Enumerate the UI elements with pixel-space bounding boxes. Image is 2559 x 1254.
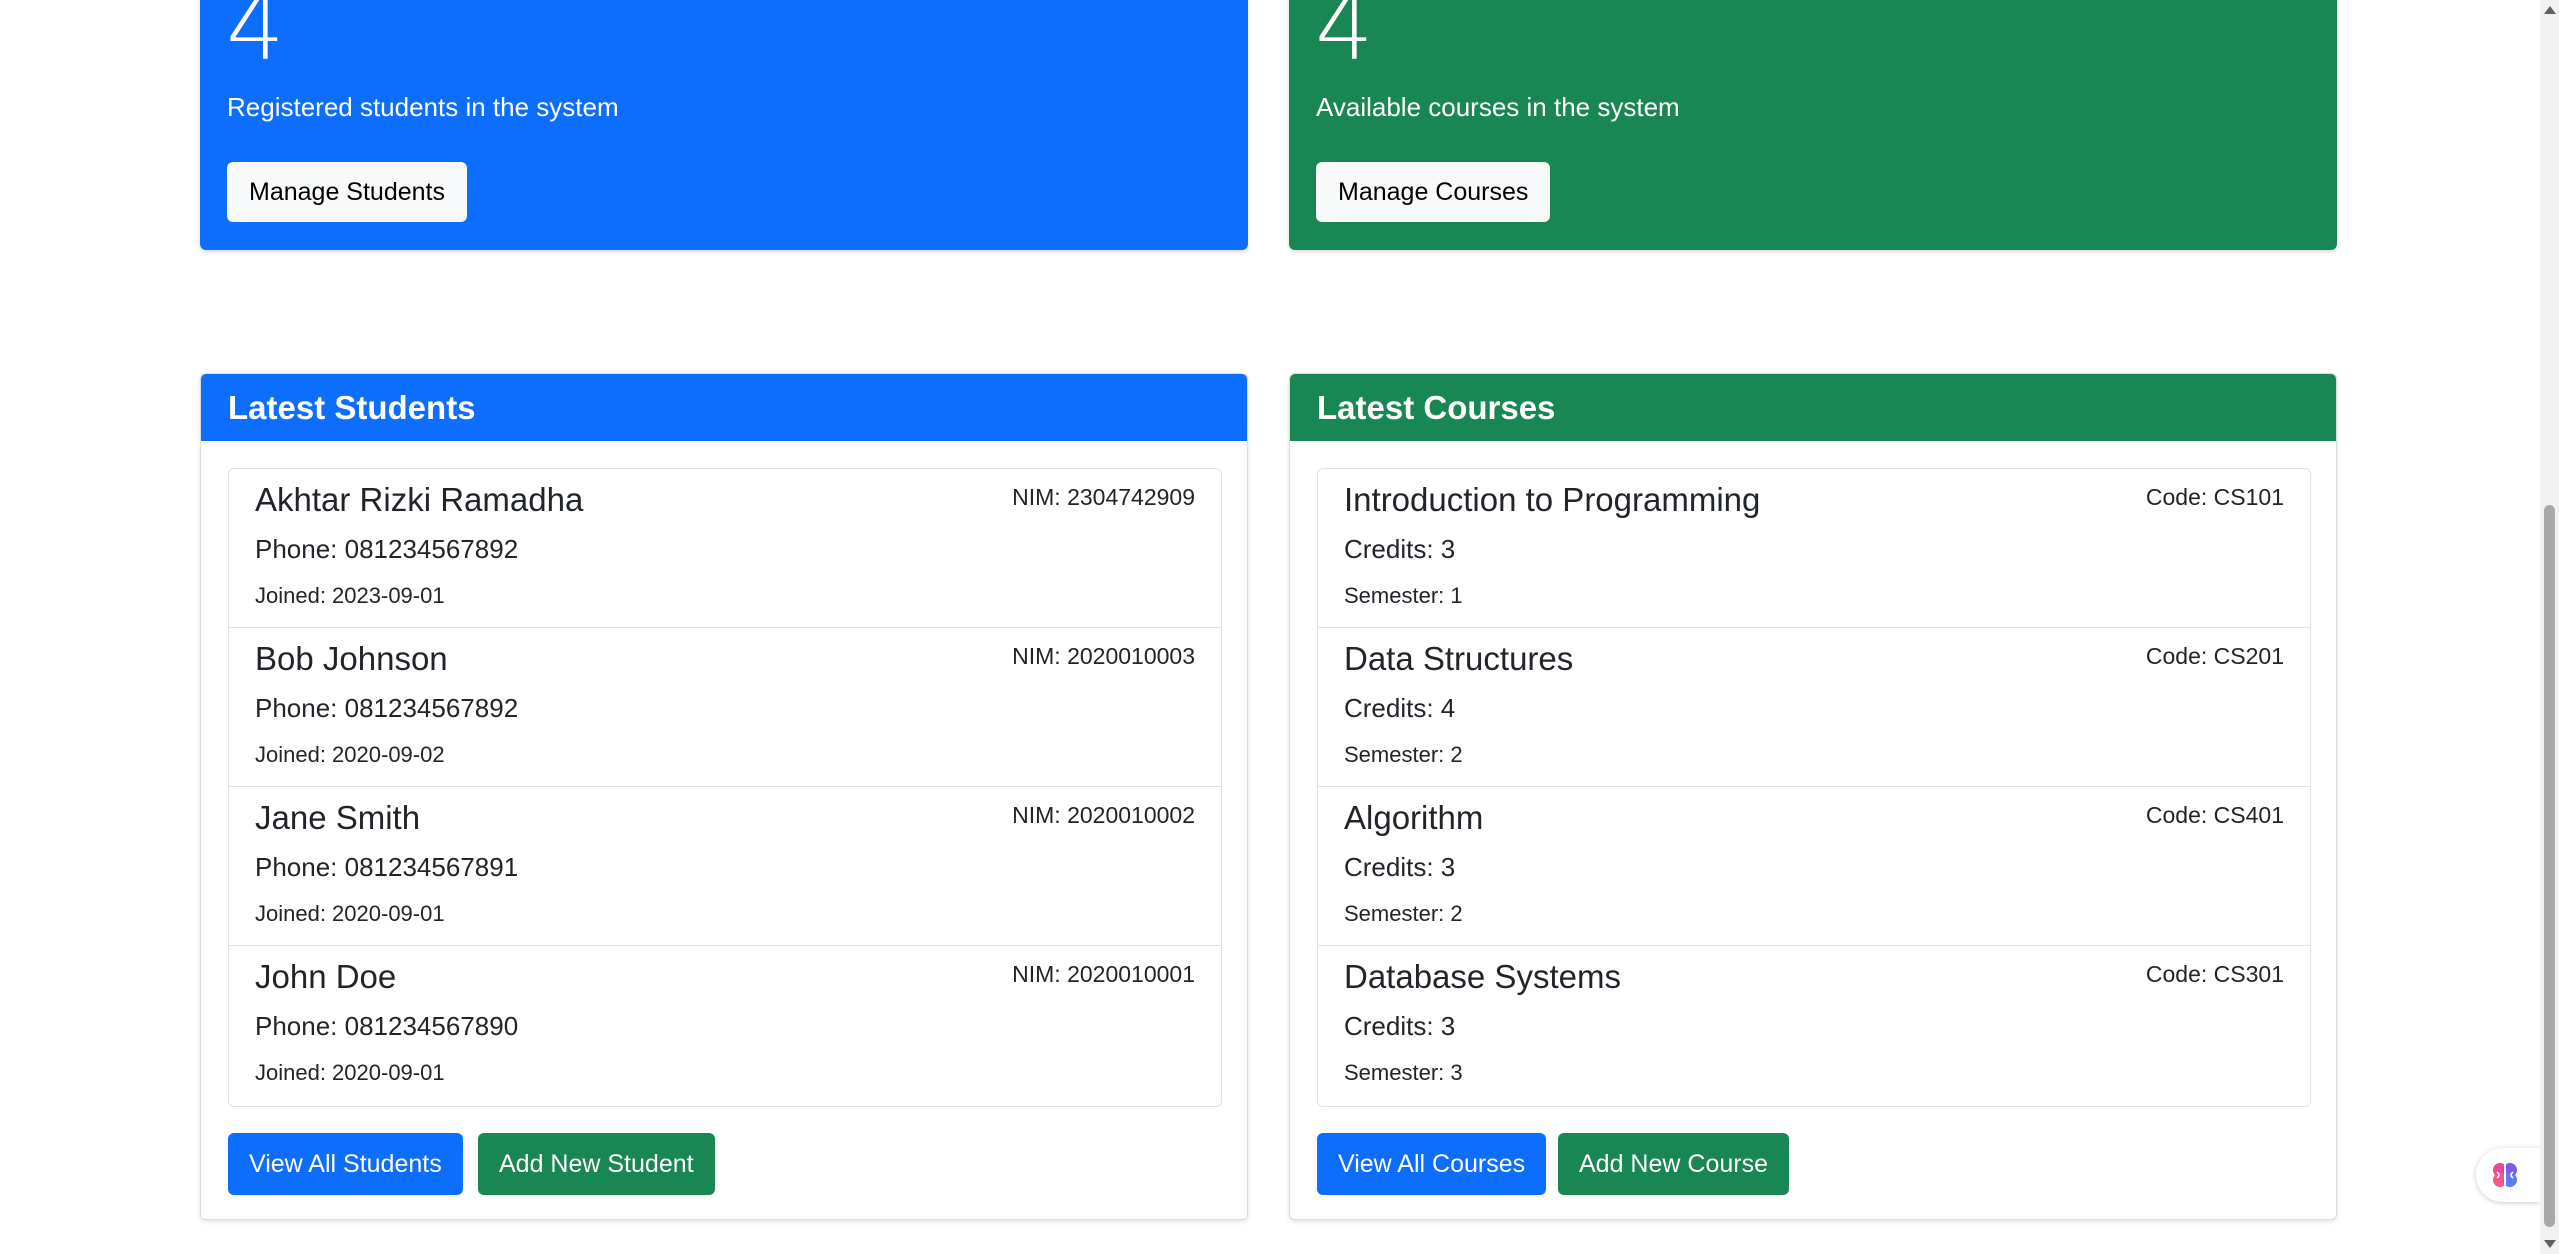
- course-semester: Semester: 3: [1344, 1060, 1463, 1085]
- student-name: Akhtar Rizki Ramadha: [255, 481, 584, 518]
- student-nim: NIM: 2020010001: [1012, 961, 1195, 987]
- course-name: Data Structures: [1344, 640, 1574, 677]
- course-credits: Credits: 4: [1344, 693, 1456, 723]
- manage-students-button[interactable]: Manage Students: [227, 162, 467, 222]
- student-name: Bob Johnson: [255, 640, 448, 677]
- scroll-up-arrow-icon[interactable]: [2544, 6, 2556, 14]
- course-list-item[interactable]: Introduction to Programming Code: CS101 …: [1318, 469, 2310, 628]
- student-joined: Joined: 2023-09-01: [255, 583, 445, 608]
- student-nim: NIM: 2020010002: [1012, 802, 1195, 828]
- course-list-item[interactable]: Algorithm Code: CS401 Credits: 3 Semeste…: [1318, 787, 2310, 946]
- student-list-item[interactable]: Akhtar Rizki Ramadha NIM: 2304742909 Pho…: [229, 469, 1221, 628]
- course-list-item[interactable]: Database Systems Code: CS301 Credits: 3 …: [1318, 946, 2310, 1106]
- student-list-item[interactable]: Bob Johnson NIM: 2020010003 Phone: 08123…: [229, 628, 1221, 787]
- student-nim: NIM: 2020010003: [1012, 643, 1195, 669]
- courses-count: 4: [1315, 0, 1374, 81]
- student-name: Jane Smith: [255, 799, 421, 836]
- latest-students-panel: Latest Students Akhtar Rizki Ramadha NIM…: [200, 373, 1248, 1220]
- course-semester: Semester: 1: [1344, 583, 1463, 608]
- student-phone: Phone: 081234567892: [255, 534, 519, 564]
- students-stat-card: 4 Registered students in the system Mana…: [200, 0, 1248, 250]
- scrollbar-thumb[interactable]: [2544, 505, 2555, 1227]
- course-code: Code: CS101: [2145, 484, 2284, 510]
- vertical-scrollbar[interactable]: [2540, 0, 2559, 1254]
- latest-courses-panel: Latest Courses Introduction to Programmi…: [1289, 373, 2337, 1220]
- course-semester: Semester: 2: [1344, 742, 1463, 767]
- floating-assistant-button[interactable]: [2476, 1148, 2540, 1202]
- scroll-down-arrow-icon[interactable]: [2544, 1240, 2556, 1248]
- student-joined: Joined: 2020-09-01: [255, 901, 445, 926]
- course-name: Algorithm: [1344, 799, 1484, 836]
- course-name: Introduction to Programming: [1344, 481, 1761, 518]
- course-credits: Credits: 3: [1344, 534, 1456, 564]
- student-phone: Phone: 081234567891: [255, 852, 519, 882]
- course-code: Code: CS401: [2145, 802, 2284, 828]
- course-code: Code: CS301: [2145, 961, 2284, 987]
- latest-courses-header: Latest Courses: [1290, 374, 2336, 441]
- course-list-item[interactable]: Data Structures Code: CS201 Credits: 4 S…: [1318, 628, 2310, 787]
- students-list: Akhtar Rizki Ramadha NIM: 2304742909 Pho…: [228, 468, 1222, 1107]
- course-credits: Credits: 3: [1344, 852, 1456, 882]
- course-code: Code: CS201: [2145, 643, 2284, 669]
- student-joined: Joined: 2020-09-02: [255, 742, 445, 767]
- manage-courses-button[interactable]: Manage Courses: [1316, 162, 1551, 222]
- courses-stat-card: 4 Available courses in the system Manage…: [1289, 0, 2337, 250]
- student-nim: NIM: 2304742909: [1012, 484, 1195, 510]
- student-phone: Phone: 081234567892: [255, 693, 519, 723]
- course-semester: Semester: 2: [1344, 901, 1463, 926]
- students-count: 4: [226, 0, 285, 81]
- add-new-student-button[interactable]: Add New Student: [478, 1133, 715, 1195]
- brain-icon: [2493, 1163, 2517, 1187]
- students-stat-description: Registered students in the system: [227, 92, 619, 122]
- view-all-courses-button[interactable]: View All Courses: [1317, 1133, 1547, 1195]
- latest-students-header: Latest Students: [201, 374, 1247, 441]
- student-phone: Phone: 081234567890: [255, 1011, 519, 1041]
- courses-stat-description: Available courses in the system: [1316, 92, 1680, 122]
- view-all-students-button[interactable]: View All Students: [228, 1133, 463, 1195]
- student-joined: Joined: 2020-09-01: [255, 1060, 445, 1085]
- courses-list: Introduction to Programming Code: CS101 …: [1317, 468, 2311, 1107]
- course-credits: Credits: 3: [1344, 1011, 1456, 1041]
- student-list-item[interactable]: Jane Smith NIM: 2020010002 Phone: 081234…: [229, 787, 1221, 946]
- course-name: Database Systems: [1344, 958, 1621, 995]
- add-new-course-button[interactable]: Add New Course: [1558, 1133, 1789, 1195]
- student-name: John Doe: [255, 958, 397, 995]
- dashboard-page: 4 Registered students in the system Mana…: [0, 0, 2540, 1254]
- student-list-item[interactable]: John Doe NIM: 2020010001 Phone: 08123456…: [229, 946, 1221, 1106]
